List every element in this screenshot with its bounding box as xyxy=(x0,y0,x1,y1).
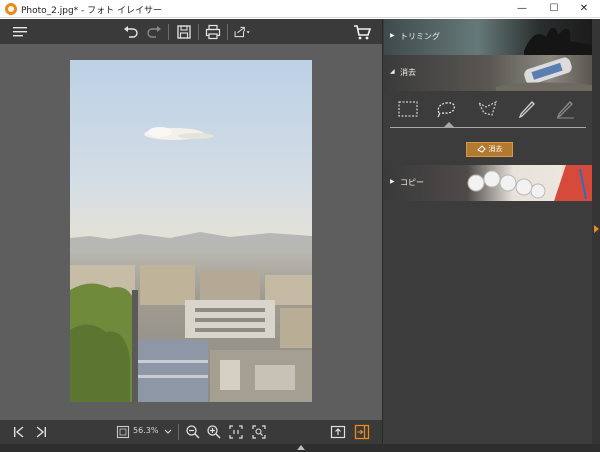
expanded-arrow-icon: ◢ xyxy=(390,68,395,75)
export-icon[interactable] xyxy=(330,424,346,440)
erase-tools: 消去 xyxy=(384,91,592,165)
brush-icon[interactable] xyxy=(516,99,540,119)
tool-selector-line xyxy=(390,127,586,128)
toolbar-divider xyxy=(168,24,169,40)
zoom-out-icon[interactable] xyxy=(185,424,201,440)
eraser-brush-icon[interactable] xyxy=(554,99,578,119)
zoom-in-icon[interactable] xyxy=(206,424,222,440)
erase-section-header[interactable]: ◢ 消去 xyxy=(384,55,592,91)
minimize-button[interactable]: — xyxy=(506,0,538,18)
main-toolbar xyxy=(0,19,382,44)
title-bar: Photo_2.jpg* - フォト イレイサー — ☐ ✕ xyxy=(0,0,600,18)
image-canvas[interactable] xyxy=(0,44,382,420)
last-image-icon[interactable] xyxy=(34,425,48,439)
trim-banner-image xyxy=(524,27,592,55)
paris-rooftops-photo xyxy=(70,60,312,402)
polygon-lasso-icon[interactable] xyxy=(476,99,500,119)
lasso-select-icon[interactable] xyxy=(434,99,458,119)
share-icon[interactable] xyxy=(232,22,252,42)
collapse-panel-icon[interactable] xyxy=(594,225,599,233)
actual-size-icon[interactable] xyxy=(228,424,244,440)
status-bar: 56.3% xyxy=(0,420,382,444)
statusbar-divider xyxy=(178,424,179,440)
erase-section-label: 消去 xyxy=(400,68,416,77)
maximize-button[interactable]: ☐ xyxy=(538,0,570,18)
toggle-panel-icon[interactable] xyxy=(354,424,370,440)
trim-section-label: トリミング xyxy=(400,32,440,41)
erase-button[interactable]: 消去 xyxy=(466,142,513,157)
fit-screen-icon[interactable] xyxy=(116,425,130,439)
window-title: Photo_2.jpg* - フォト イレイサー xyxy=(21,6,163,16)
erase-button-label: 消去 xyxy=(488,145,503,153)
toolbar-divider xyxy=(198,24,199,40)
redo-icon[interactable] xyxy=(144,22,164,42)
copy-section-header[interactable]: ▶ コピー xyxy=(384,165,592,201)
copy-section-label: コピー xyxy=(400,178,424,187)
close-button[interactable]: ✕ xyxy=(568,0,600,18)
erase-banner-image xyxy=(496,57,592,91)
print-icon[interactable] xyxy=(203,22,223,42)
zoom-dropdown-icon[interactable] xyxy=(164,429,172,435)
tools-panel: ▶ トリミング ◢ 消去 消去 ▶ コピー xyxy=(382,19,600,444)
eraser-icon xyxy=(476,145,486,153)
toolbar-divider xyxy=(227,24,228,40)
app-logo-icon xyxy=(5,3,17,15)
menu-icon[interactable] xyxy=(10,22,30,42)
cart-icon[interactable] xyxy=(352,22,372,42)
zoom-fit-icon[interactable] xyxy=(251,424,267,440)
collapsed-arrow-icon: ▶ xyxy=(390,32,395,39)
zoom-level[interactable]: 56.3% xyxy=(133,426,158,435)
rectangle-select-icon[interactable] xyxy=(396,99,420,119)
first-image-icon[interactable] xyxy=(12,425,26,439)
trim-section-header[interactable]: ▶ トリミング xyxy=(384,19,592,55)
undo-icon[interactable] xyxy=(121,22,141,42)
save-icon[interactable] xyxy=(174,22,194,42)
copy-banner-image xyxy=(467,165,592,201)
selected-tool-indicator xyxy=(444,122,454,127)
expand-drawer-icon[interactable] xyxy=(297,445,305,450)
collapsed-arrow-icon: ▶ xyxy=(390,178,395,185)
